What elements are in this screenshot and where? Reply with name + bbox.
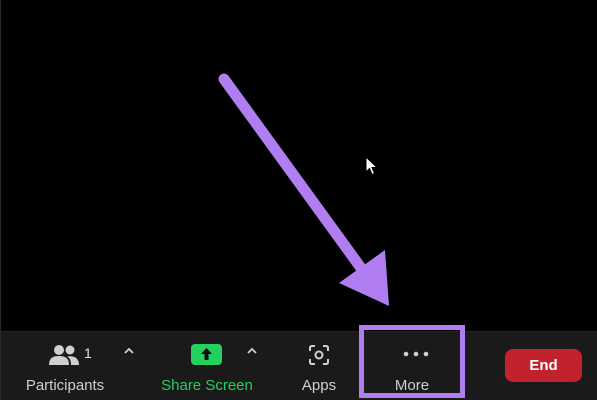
participant-count: 1 (84, 345, 92, 361)
apps-button[interactable]: Apps (289, 332, 349, 400)
participants-options-caret[interactable] (123, 345, 137, 359)
meeting-window: 1 Participants Share Screen Apps More En… (0, 0, 597, 400)
mouse-cursor-icon (365, 156, 379, 176)
video-area (1, 0, 597, 331)
chevron-up-icon (124, 347, 134, 354)
participants-button[interactable]: 1 Participants (19, 332, 111, 400)
apps-label: Apps (301, 377, 337, 394)
end-meeting-button[interactable]: End (505, 349, 582, 382)
more-highlight-box (359, 325, 465, 398)
share-up-arrow-icon (191, 344, 222, 365)
share-screen-options-caret[interactable] (246, 345, 260, 359)
people-icon (49, 345, 79, 365)
share-screen-label: Share Screen (161, 377, 253, 394)
participants-label: Participants (25, 377, 105, 394)
share-screen-button[interactable]: Share Screen (159, 332, 255, 400)
chevron-up-icon (247, 347, 257, 354)
apps-icon (309, 345, 329, 365)
